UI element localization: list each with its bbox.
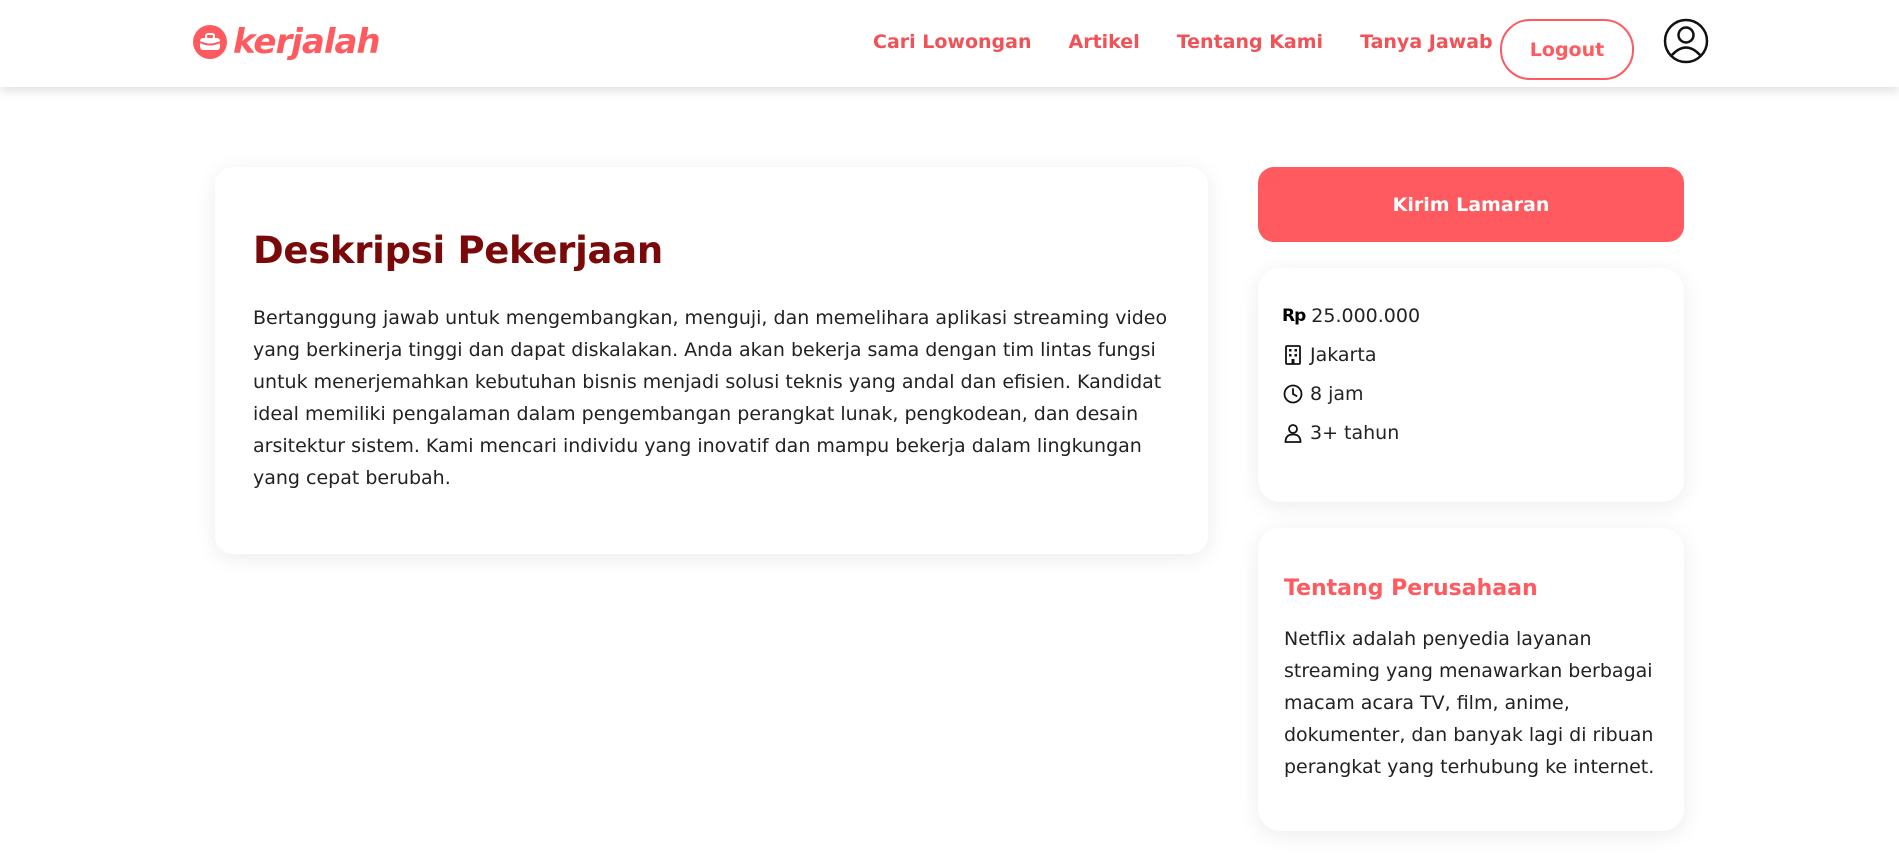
- experience-value: 3+ tahun: [1310, 421, 1400, 444]
- clock-icon: [1282, 383, 1304, 405]
- company-description: Netflix adalah penyedia layanan streamin…: [1284, 628, 1655, 778]
- nav-tanya-jawab[interactable]: Tanya Jawab: [1360, 31, 1493, 53]
- salary-value: 25.000.000: [1311, 304, 1421, 327]
- currency-icon: Rp: [1282, 305, 1306, 326]
- briefcase-icon: [193, 25, 227, 59]
- job-description-text: Bertanggung jawab untuk mengembangkan, m…: [253, 307, 1168, 489]
- company-title: Tentang Perusahaan: [1284, 576, 1538, 601]
- apply-button[interactable]: Kirim Lamaran: [1258, 167, 1684, 242]
- logo[interactable]: kerjalah: [193, 22, 381, 62]
- hours-value: 8 jam: [1310, 382, 1364, 405]
- nav-artikel[interactable]: Artikel: [1069, 31, 1140, 53]
- experience-row: 3+ tahun: [1282, 401, 1658, 452]
- job-info-card: Rp 25.000.000 Jakarta 8 jam 3+ tahun: [1258, 268, 1684, 502]
- nav-tentang-kami[interactable]: Tentang Kami: [1177, 31, 1323, 53]
- main-nav: Cari Lowongan Artikel Tentang Kami Tanya…: [873, 31, 1493, 53]
- logout-button[interactable]: Logout: [1500, 19, 1634, 80]
- company-card: Tentang Perusahaan Netflix adalah penyed…: [1258, 528, 1684, 831]
- job-description-card: Deskripsi Pekerjaan Bertanggung jawab un…: [215, 167, 1208, 554]
- person-icon: [1282, 422, 1304, 444]
- nav-cari-lowongan[interactable]: Cari Lowongan: [873, 31, 1032, 53]
- job-description-title: Deskripsi Pekerjaan: [253, 229, 663, 272]
- logo-text: kerjalah: [233, 22, 381, 62]
- building-icon: [1282, 344, 1304, 366]
- location-value: Jakarta: [1310, 343, 1377, 366]
- user-circle-icon[interactable]: [1663, 18, 1709, 64]
- top-navbar: kerjalah Cari Lowongan Artikel Tentang K…: [0, 0, 1899, 87]
